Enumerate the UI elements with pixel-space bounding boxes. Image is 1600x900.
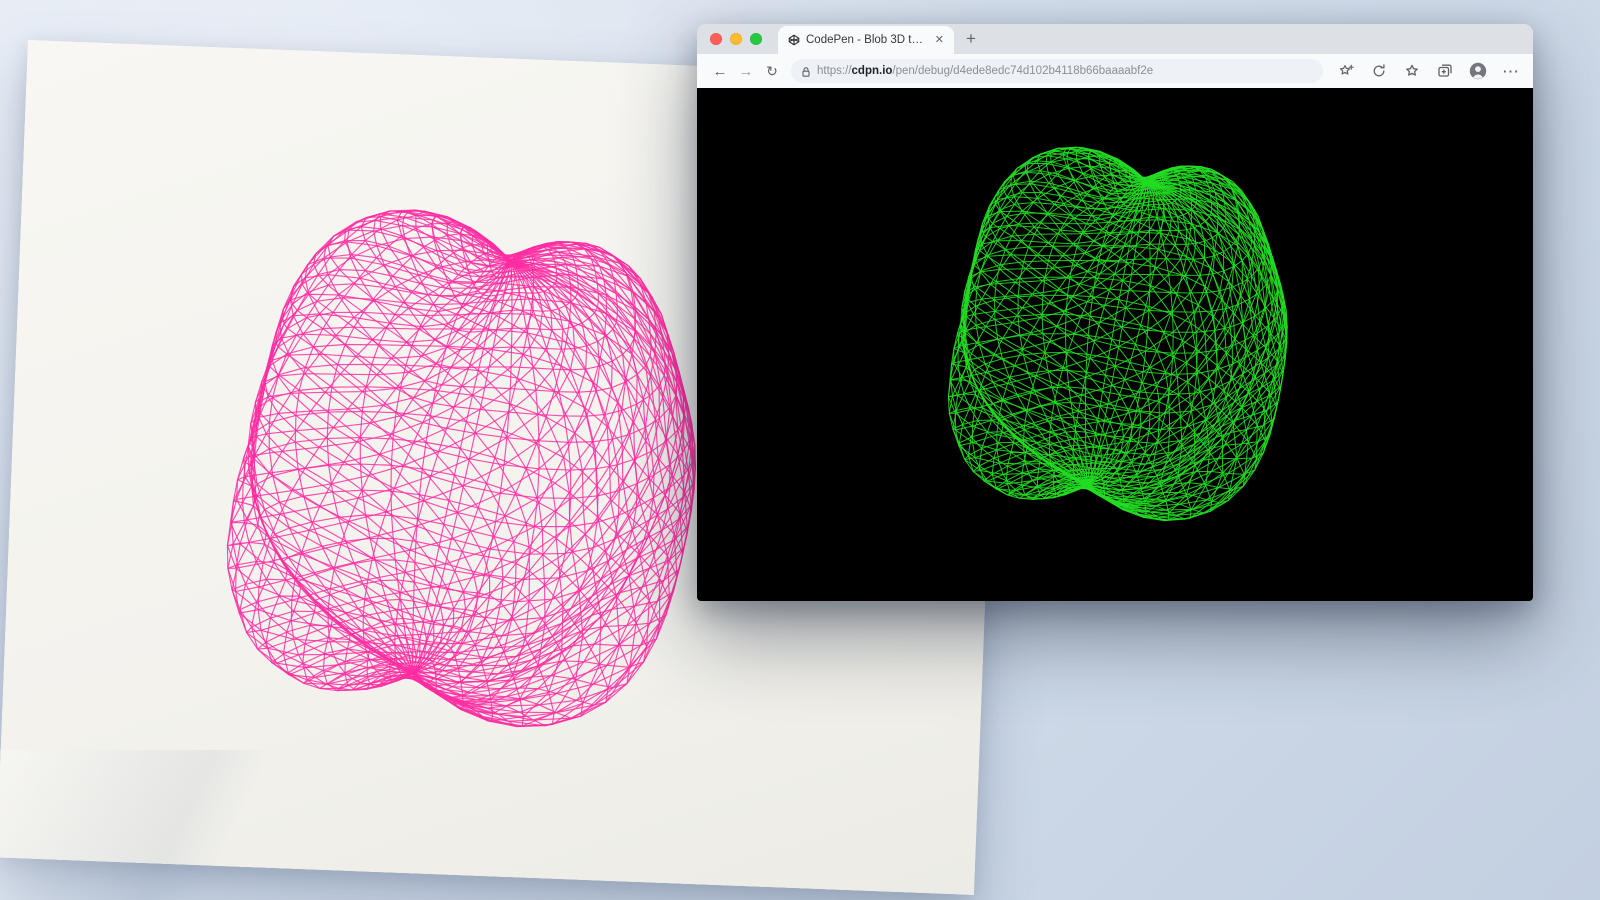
toolbar-actions: ⋯	[1333, 62, 1523, 80]
minimize-window-button[interactable]	[730, 33, 742, 45]
desk-surface: CodePen - Blob 3D to SVG ✕ + ← → ↻ https…	[0, 0, 1600, 900]
url-scheme: https://	[817, 65, 852, 77]
add-favorite-icon[interactable]	[1337, 62, 1355, 80]
tab-title: CodePen - Blob 3D to SVG	[806, 34, 927, 46]
page-viewport	[697, 88, 1533, 601]
zoom-window-button[interactable]	[750, 33, 762, 45]
url-text: https://cdpn.io/pen/debug/d4ede8edc74d10…	[817, 65, 1153, 77]
codepen-logo-icon	[788, 34, 800, 46]
more-menu-icon[interactable]: ⋯	[1502, 63, 1519, 80]
profile-avatar[interactable]	[1469, 62, 1487, 80]
favorites-icon[interactable]	[1403, 62, 1421, 80]
new-tab-button[interactable]: +	[966, 30, 976, 49]
reload-button[interactable]: ↻	[759, 64, 785, 78]
toolbar: ← → ↻ https://cdpn.io/pen/debug/d4ede8ed…	[697, 54, 1533, 88]
tab-strip: CodePen - Blob 3D to SVG ✕ +	[697, 24, 1533, 54]
url-path: /pen/debug/d4ede8edc74d102b4118b66baaaab…	[892, 65, 1154, 77]
browser-tab[interactable]: CodePen - Blob 3D to SVG ✕	[778, 26, 954, 54]
site-security-icon	[801, 66, 811, 77]
collections-icon[interactable]	[1436, 62, 1454, 80]
window-controls	[697, 33, 772, 45]
close-tab-icon[interactable]: ✕	[933, 33, 946, 48]
browser-window: CodePen - Blob 3D to SVG ✕ + ← → ↻ https…	[697, 24, 1533, 601]
address-bar[interactable]: https://cdpn.io/pen/debug/d4ede8edc74d10…	[791, 59, 1323, 83]
sync-icon[interactable]	[1370, 62, 1388, 80]
green-blob-screen	[882, 98, 1352, 568]
back-button[interactable]: ←	[707, 64, 733, 79]
forward-button[interactable]: →	[733, 64, 759, 79]
close-window-button[interactable]	[710, 33, 722, 45]
url-domain: cdpn.io	[851, 65, 893, 77]
